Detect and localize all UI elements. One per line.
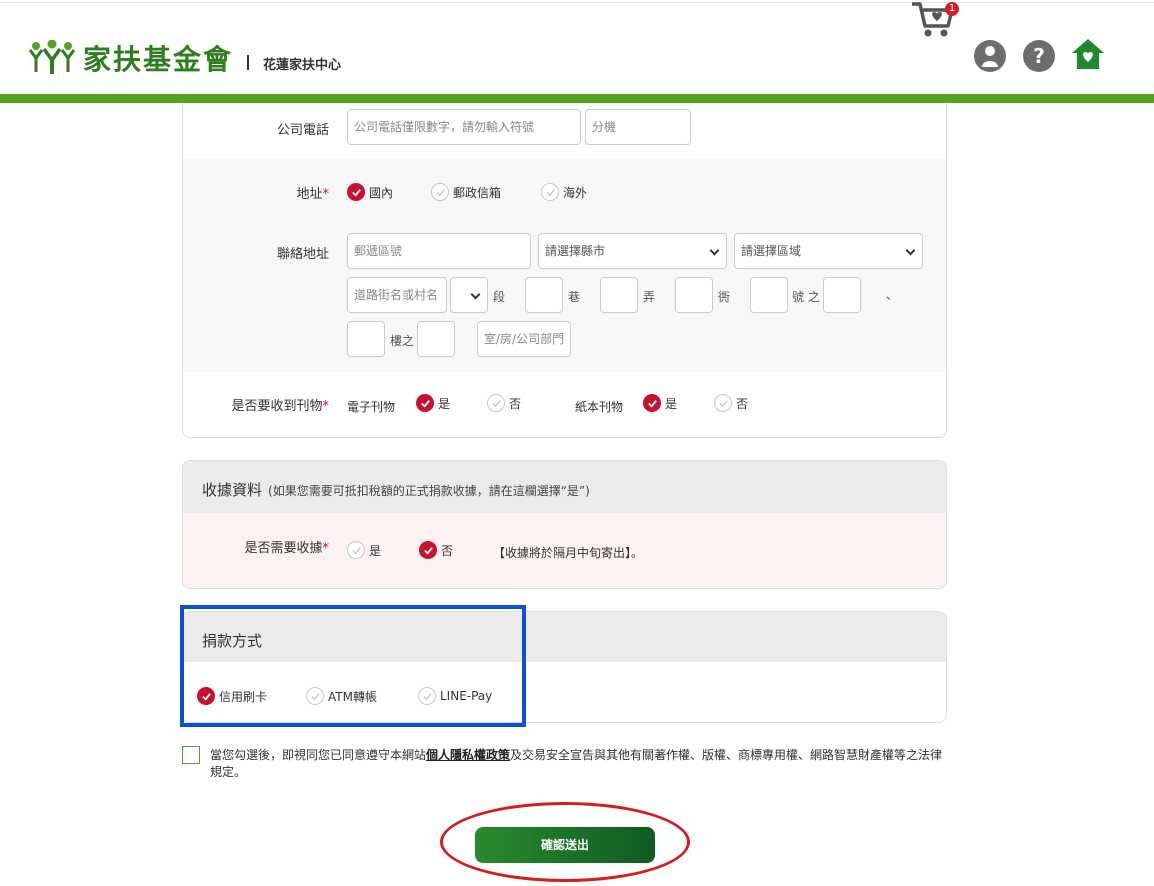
user-icon [974,40,1006,72]
site-header: 家扶基金會 花蓮家扶中心 1 ? [0,0,1154,95]
agreement-checkbox[interactable] [182,746,200,764]
receipt-card: 收據資料 (如果您需要可抵扣稅額的正式捐款收據，請在這欄選擇“是”) 是否需要收據… [182,460,947,589]
sub-alley-input[interactable] [675,277,713,313]
epub-no-radio[interactable]: 否 [487,394,521,412]
check-icon [714,394,732,412]
help-button[interactable]: ? [1023,40,1055,76]
member-button[interactable] [974,40,1006,76]
receipt-header: 收據資料 (如果您需要可抵扣稅額的正式捐款收據，請在這欄選擇“是”) [183,461,946,513]
paper-no-radio[interactable]: 否 [714,394,748,412]
zip-code-input[interactable]: 郵遞區號 [347,233,531,269]
city-select[interactable]: 請選擇縣市 [538,233,727,269]
receipt-no-radio[interactable]: 否 [419,541,453,559]
number-input[interactable] [750,277,788,313]
road-suffix-select[interactable] [450,277,488,313]
road-input[interactable]: 道路街名或村名 [347,277,447,313]
need-receipt-label: 是否需要收據* [244,541,329,556]
agreement-text: 當您勾選後，即視同您已同意遵守本網站個人隱私權政策及交易安全宣告與其他有關著作權… [210,747,950,781]
cart-button[interactable]: 1 [910,0,959,44]
receipt-yes-radio[interactable]: 是 [347,541,381,559]
check-icon [347,183,365,201]
submit-button[interactable]: 確認送出 [475,827,655,863]
select-value: 請選擇區域 [741,244,802,258]
paper-label: 紙本刊物 [575,400,624,414]
check-icon [487,394,505,412]
family-logo-icon [28,40,76,74]
contact-info-card: 公司電話 公司電話僅限數字，請勿輸入符號 分機 地址* 國內 郵政信箱 海外 聯… [182,103,947,438]
company-phone-input[interactable]: 公司電話僅限數字，請勿輸入符號 [347,109,581,145]
select-value: 請選擇縣市 [545,244,606,258]
header-green-bar [0,94,1154,103]
check-icon [431,183,449,201]
receipt-notice: 【收據將於隔月中旬寄出】。 [493,546,644,560]
radio-label: 否 [509,396,522,411]
cart-count-badge: 1 [945,2,959,16]
agreement-text-before: 當您勾選後，即視同您已同意遵守本網站 [210,748,427,762]
check-icon [347,541,365,559]
chevron-down-icon [470,289,481,300]
svg-text:?: ? [1033,44,1045,68]
receipt-title: 收據資料 (如果您需要可抵扣稅額的正式捐款收據，請在這欄選擇“是”) [202,481,590,499]
floor-input[interactable] [347,321,385,357]
payment-highlight-box [180,605,526,727]
address-overseas-radio[interactable]: 海外 [541,183,587,201]
room-input[interactable]: 室/房/公司部門 [477,321,571,357]
home-icon [1072,39,1104,69]
alley-text: 弄 [643,290,656,304]
address-domestic-radio[interactable]: 國內 [347,183,393,201]
comma-text: 、 [886,288,899,302]
radio-label: 國內 [369,185,394,200]
number-sub-input[interactable] [823,277,861,313]
receipt-note: (如果您需要可抵扣稅額的正式捐款收據，請在這欄選擇“是”) [268,484,590,498]
chevron-down-icon [709,245,720,256]
chevron-down-icon [905,245,916,256]
radio-label: 是 [369,543,382,558]
radio-label: 是 [665,396,678,411]
check-icon [643,394,661,412]
section-text: 段 [493,290,506,304]
receipt-body: 是否需要收據* 是 否 【收據將於隔月中旬寄出】。 [183,513,946,588]
extension-input[interactable]: 分機 [585,109,691,145]
epub-yes-radio[interactable]: 是 [416,394,450,412]
radio-label: 郵政信箱 [453,185,502,200]
sub-alley-text: 衖 [718,290,731,304]
check-icon [541,183,559,201]
floor-sub-input[interactable] [417,321,455,357]
privacy-policy-link[interactable]: 個人隱私權政策 [426,748,510,762]
logo-divider [247,54,250,70]
address-label: 地址* [296,187,329,202]
home-button[interactable] [1070,37,1106,75]
paper-yes-radio[interactable]: 是 [643,394,677,412]
site-logo[interactable]: 家扶基金會 花蓮家扶中心 [27,38,341,78]
check-icon [419,541,437,559]
epub-label: 電子刊物 [347,400,396,414]
radio-label: 否 [441,543,454,558]
radio-label: 否 [736,396,749,411]
company-phone-label: 公司電話 [276,123,329,138]
mailing-address-label: 聯絡地址 [276,247,329,262]
center-name: 花蓮家扶中心 [263,57,342,73]
help-icon: ? [1023,40,1055,72]
radio-label: 海外 [563,185,588,200]
org-name: 家扶基金會 [83,43,234,76]
publication-label: 是否要收到刊物* [231,399,329,414]
lane-text: 巷 [568,290,581,304]
address-pobox-radio[interactable]: 郵政信箱 [431,183,501,201]
lane-input[interactable] [525,277,563,313]
district-select[interactable]: 請選擇區域 [734,233,923,269]
number-of-text: 號 之 [792,290,820,304]
alley-input[interactable] [600,277,638,313]
check-icon [416,394,434,412]
floor-of-text: 樓之 [390,334,415,348]
radio-label: 是 [438,396,451,411]
